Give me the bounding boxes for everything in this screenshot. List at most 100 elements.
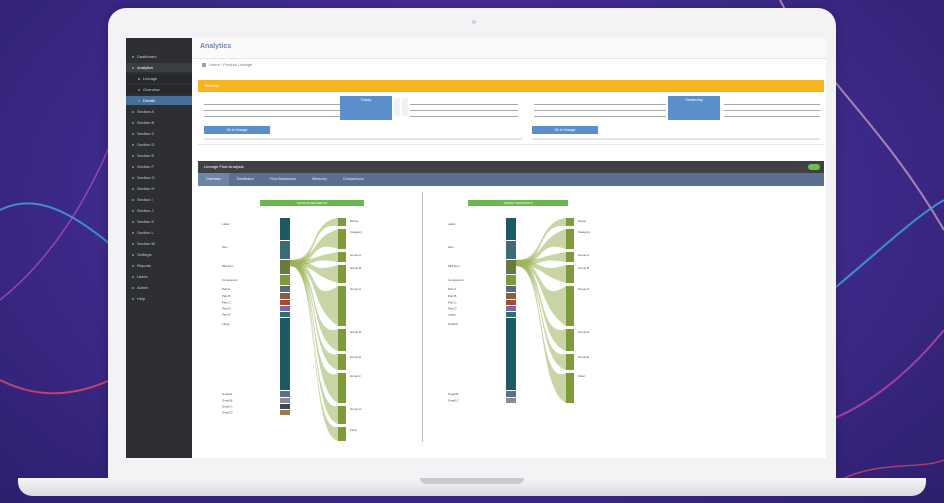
sidebar-item[interactable]: Admin [126, 283, 192, 292]
timeline-right-button-label: Go to lineage [554, 128, 576, 132]
source-segment [280, 218, 290, 240]
sidebar-item[interactable]: Reports [126, 261, 192, 270]
source-segment [506, 293, 516, 299]
sidebar-item[interactable]: Section G [126, 173, 192, 182]
sidebar-item-label: Settings [137, 252, 152, 257]
sidebar-item[interactable]: Section B [126, 118, 192, 127]
timeline-current-right-label: Yesterday [685, 97, 703, 102]
sidebar-item-label: Section D [137, 142, 155, 147]
timeline-title: Timeline [204, 83, 219, 88]
bullet-icon [132, 66, 134, 69]
sidebar-item[interactable]: Settings [126, 250, 192, 259]
timeline-current-right[interactable]: Yesterday [668, 96, 720, 120]
bullet-icon [132, 143, 134, 146]
sidebar-item[interactable]: Help [126, 294, 192, 303]
lineage-toggle[interactable] [808, 164, 820, 170]
timeline-scrollbar-right[interactable] [532, 138, 820, 140]
sidebar-item[interactable]: Analytics [126, 63, 192, 72]
bullet-icon [132, 264, 134, 267]
sidebar-item-label: Section G [137, 175, 155, 180]
bullet-icon [132, 55, 134, 58]
source-segment [506, 318, 516, 390]
timeline-panel: Today Yesterday Go to lineage Go to line… [198, 92, 824, 145]
timeline-ticks-mid [410, 104, 518, 117]
target-row-label: Name [578, 219, 586, 223]
sidebar-item[interactable]: Overview [126, 85, 192, 94]
sidebar-item[interactable]: Section C [126, 129, 192, 138]
sidebar-item[interactable]: Users [126, 272, 192, 281]
sidebar-item[interactable]: Details [126, 96, 192, 105]
target-segment [566, 329, 574, 351]
lineage-title: Lineage Flow Analysis [204, 164, 244, 169]
breadcrumb-text[interactable]: Home / Product Lineage [209, 62, 252, 67]
bullet-icon [132, 165, 134, 168]
sidebar-item[interactable]: Section K [126, 217, 192, 226]
timeline-left-button[interactable]: Go to lineage [204, 126, 270, 134]
target-segment [566, 229, 574, 249]
target-segment [338, 427, 346, 441]
sidebar-item[interactable]: Section L [126, 228, 192, 237]
laptop-notch [420, 478, 524, 484]
timeline-ticks-right [534, 104, 666, 117]
sidebar-item[interactable]: Section A [126, 107, 192, 116]
target-row-label: Group A [350, 253, 361, 257]
target-segment [338, 329, 346, 351]
target-row-label: Category [578, 230, 591, 234]
bullet-icon [132, 275, 134, 278]
sidebar-item[interactable]: Section M [126, 239, 192, 248]
target-row-label: Group D [578, 330, 590, 334]
source-segment [280, 286, 290, 292]
lineage-tab[interactable]: Flow Breakdown [262, 173, 304, 186]
target-row-label: Group F [350, 374, 361, 378]
target-segment [338, 218, 346, 226]
timeline-current-left[interactable]: Today [340, 96, 392, 120]
sidebar-item[interactable]: Section D [126, 140, 192, 149]
bullet-icon [132, 286, 134, 289]
sidebar: Dashboard Analytics Lineage Overview Details… [126, 38, 192, 458]
lineage-tab[interactable]: Comparisons [335, 173, 372, 186]
source-row-label: Label [448, 222, 456, 226]
sidebar-item-label: Section H [137, 186, 155, 191]
sidebar-item[interactable]: Dashboard [126, 52, 192, 61]
timeline-ticks-far [724, 104, 820, 117]
sidebar-item[interactable]: Section I [126, 195, 192, 204]
timeline-left-button-label: Go to lineage [226, 128, 248, 132]
source-row-label: Part B [448, 294, 456, 298]
source-row-label: Item [448, 245, 454, 249]
sidebar-item-label: Section M [137, 241, 155, 246]
sidebar-item[interactable]: Section J [126, 206, 192, 215]
target-segment [338, 265, 346, 283]
timeline-current-left-label: Today [360, 97, 372, 102]
target-row-label: Group A [578, 253, 589, 257]
lineage-tab[interactable]: Hierarchy [304, 173, 335, 186]
source-segment [506, 275, 516, 285]
lineage-tab[interactable]: Overview [198, 173, 229, 186]
bullet-icon [132, 231, 134, 234]
source-row-label: Part E [222, 313, 230, 317]
source-row-label: Small C [448, 399, 459, 403]
sidebar-item[interactable]: Lineage [126, 74, 192, 83]
sidebar-item[interactable]: Section F [126, 162, 192, 171]
source-row-label: Small A [448, 322, 458, 326]
source-segment [280, 391, 290, 397]
target-segment [566, 265, 574, 283]
brand-logo[interactable]: Analytics [200, 43, 231, 50]
timeline-right-button[interactable]: Go to lineage [532, 126, 598, 134]
diagram-divider [422, 192, 423, 442]
sidebar-item-label: Dashboard [137, 54, 157, 59]
sidebar-item[interactable]: Section H [126, 184, 192, 193]
timeline-grid-far [722, 100, 822, 122]
lineage-tab[interactable]: Distribution [229, 173, 263, 186]
source-row-label: Part C [222, 301, 231, 305]
source-row-label: Part B [222, 294, 230, 298]
timeline-scrollbar-left[interactable] [204, 138, 522, 140]
target-row-label: Group G [350, 407, 362, 411]
source-segment [280, 404, 290, 409]
sidebar-item-label: Analytics [137, 65, 154, 70]
sidebar-item[interactable]: Section E [126, 151, 192, 160]
target-segment [338, 252, 346, 262]
source-row-label: Part C [448, 301, 457, 305]
right-flow-chart: Label Item Mid Item Component Part A Part B Pa… [448, 218, 591, 403]
target-segment [338, 229, 346, 249]
home-icon[interactable] [202, 62, 206, 67]
